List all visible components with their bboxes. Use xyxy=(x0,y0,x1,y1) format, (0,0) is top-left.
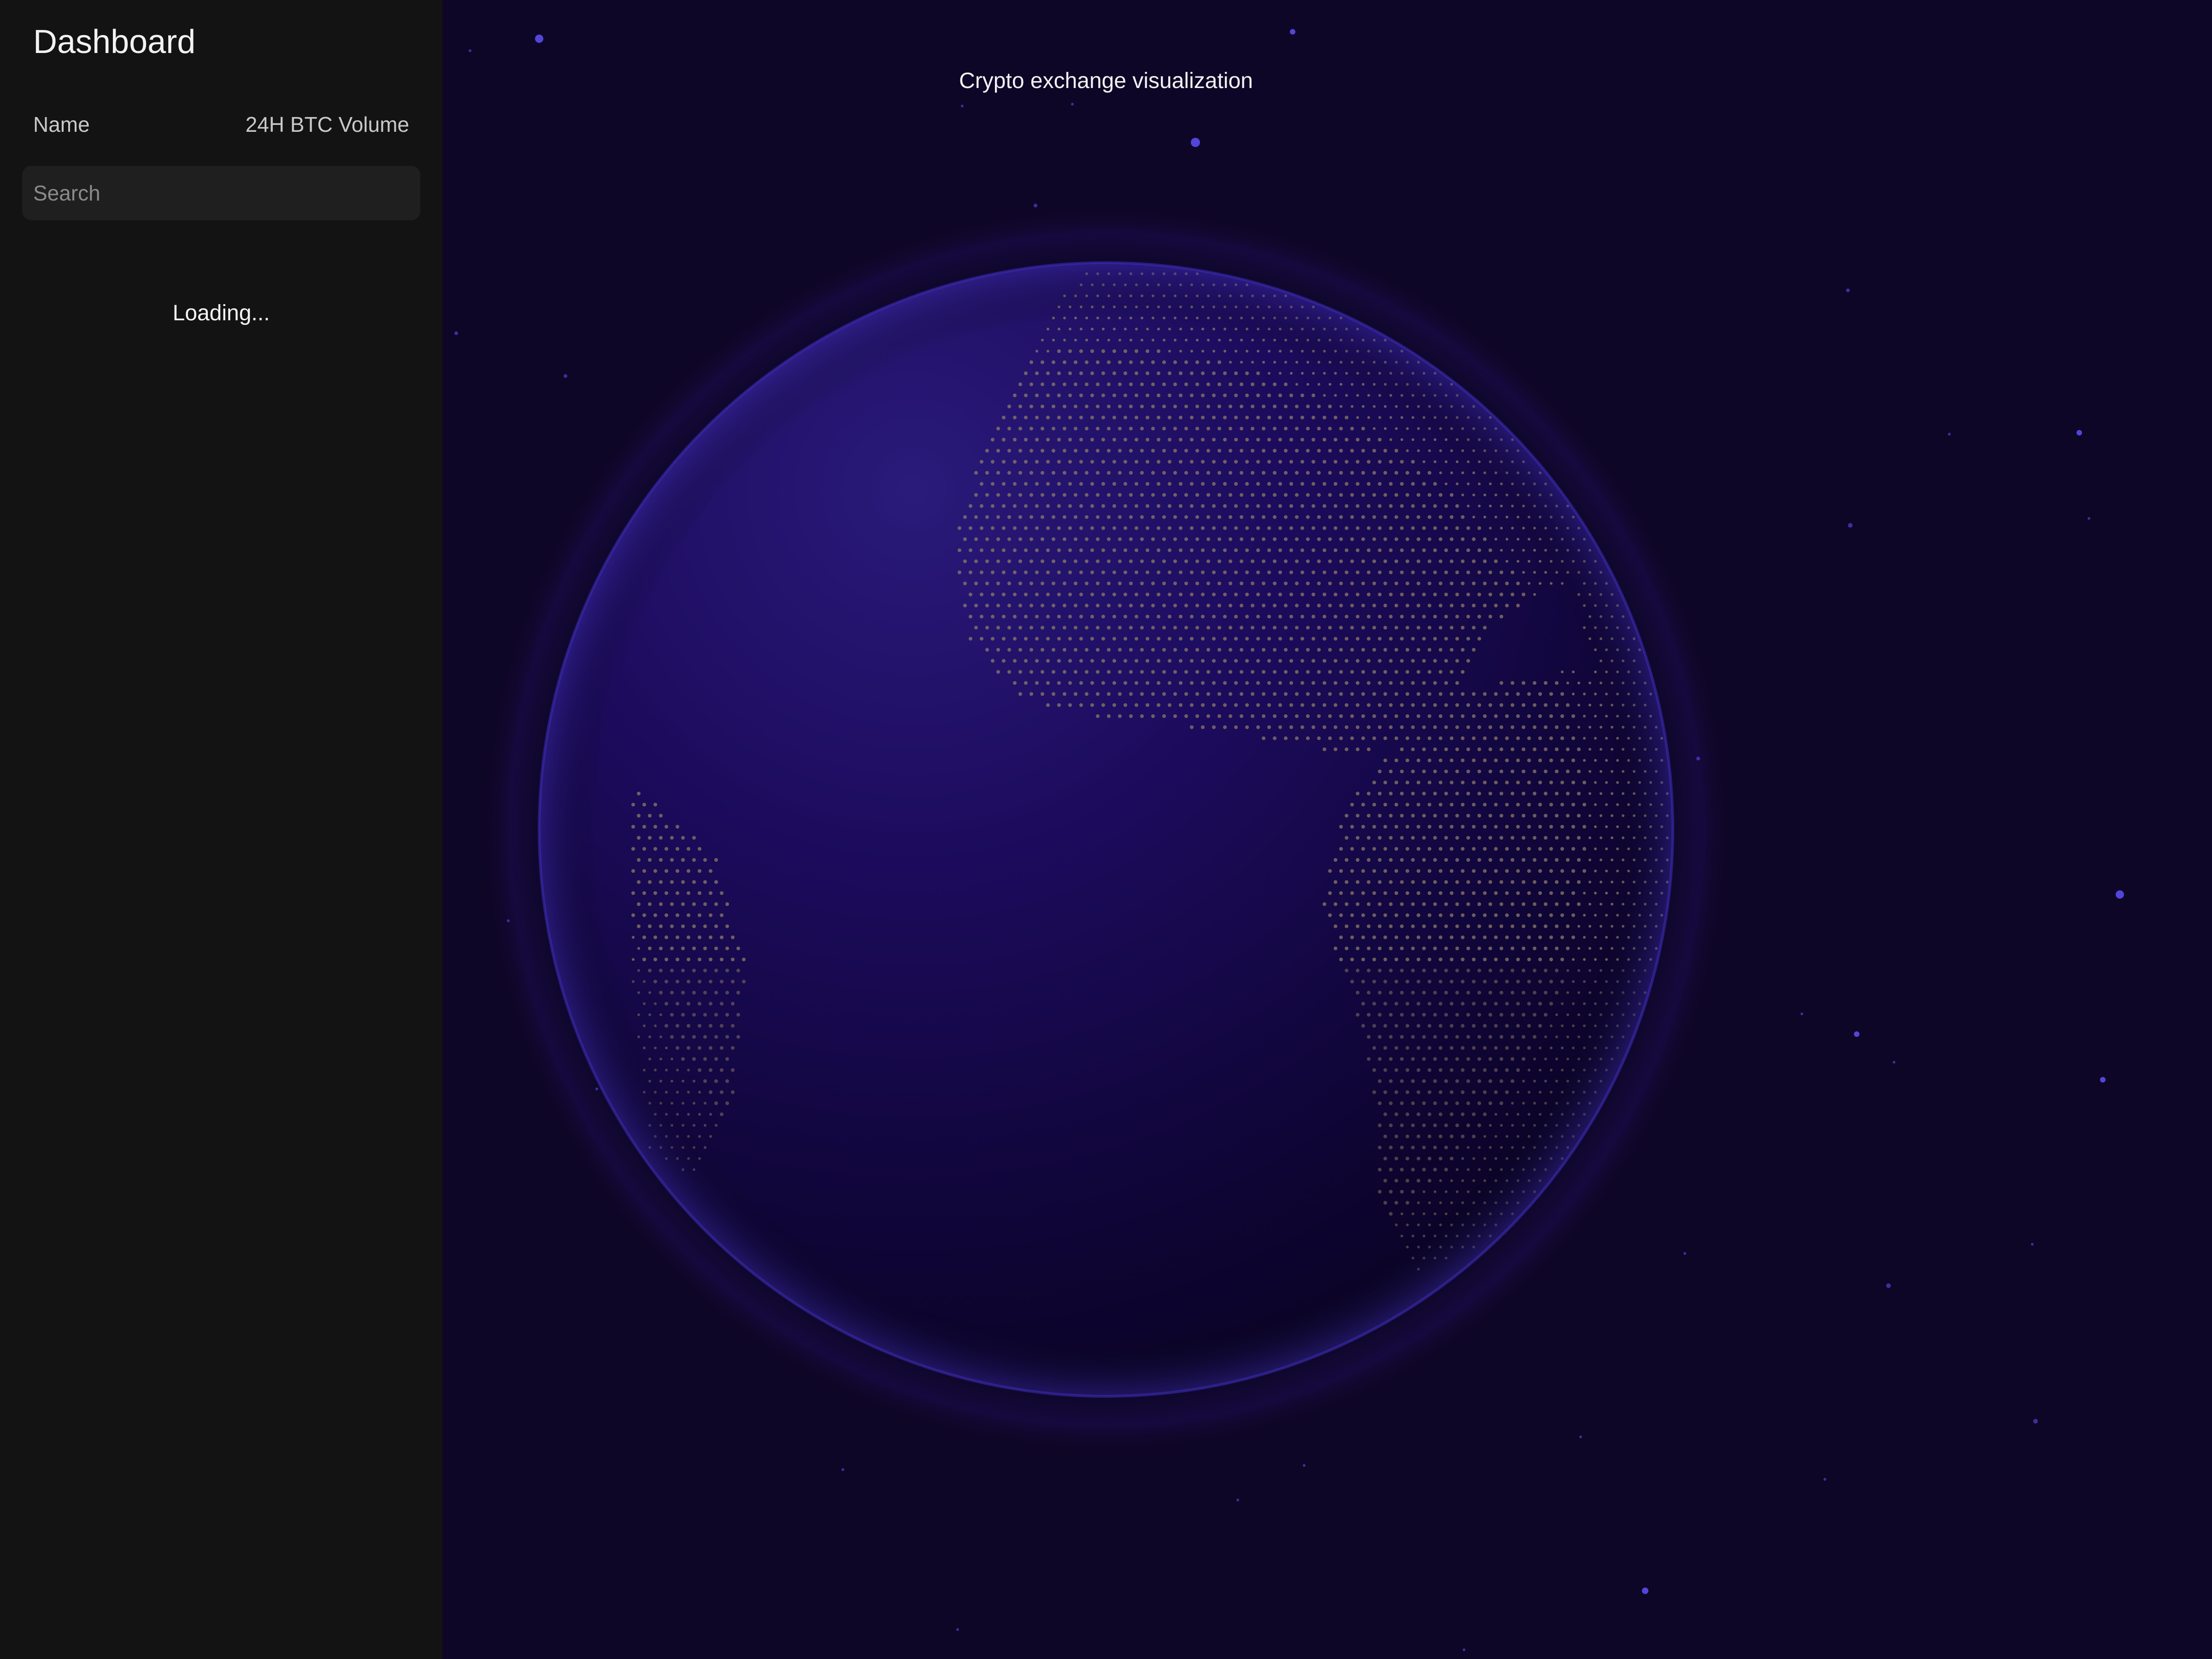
star xyxy=(469,49,471,52)
star xyxy=(1236,1499,1239,1501)
globe-canvas[interactable] xyxy=(442,0,2212,1659)
star xyxy=(1071,103,1074,106)
column-headers: Name 24H BTC Volume xyxy=(33,111,409,138)
sidebar: Dashboard Name 24H BTC Volume Loading... xyxy=(0,0,442,1659)
star xyxy=(1800,1012,1803,1015)
star xyxy=(841,1468,844,1471)
globe-rim xyxy=(538,261,1674,1398)
star xyxy=(961,105,964,107)
star xyxy=(1696,757,1700,760)
star xyxy=(2116,890,2124,899)
loading-status: Loading... xyxy=(172,301,270,325)
star xyxy=(2031,1243,2034,1246)
star xyxy=(507,919,510,922)
star xyxy=(1683,1252,1686,1255)
star xyxy=(1846,288,1850,292)
star xyxy=(1290,29,1295,35)
sidebar-title: Dashboard xyxy=(33,24,196,60)
column-header-name[interactable]: Name xyxy=(33,111,90,138)
star xyxy=(1642,1588,1648,1594)
star xyxy=(564,374,567,378)
star xyxy=(1886,1283,1891,1288)
star xyxy=(2100,1077,2106,1082)
star xyxy=(535,35,543,43)
star xyxy=(1579,1435,1582,1438)
star xyxy=(1303,1464,1306,1467)
visualization-title: Crypto exchange visualization xyxy=(959,69,1253,93)
star xyxy=(1463,1648,1465,1651)
star xyxy=(1893,1061,1895,1064)
star xyxy=(1854,1031,1859,1037)
star xyxy=(1824,1478,1826,1481)
star xyxy=(956,1628,959,1631)
app-root: Dashboard Name 24H BTC Volume Loading... xyxy=(0,0,2212,1659)
column-header-volume[interactable]: 24H BTC Volume xyxy=(246,111,409,138)
star xyxy=(595,1088,598,1090)
search-input[interactable] xyxy=(22,166,420,220)
star xyxy=(1191,138,1200,147)
star xyxy=(1948,433,1951,435)
star xyxy=(1034,204,1037,207)
star xyxy=(2088,517,2090,520)
star xyxy=(1848,523,1853,528)
star xyxy=(2077,430,2082,435)
star xyxy=(2033,1419,2038,1424)
globe-view[interactable]: Crypto exchange visualization xyxy=(442,0,2212,1659)
star xyxy=(454,331,458,335)
